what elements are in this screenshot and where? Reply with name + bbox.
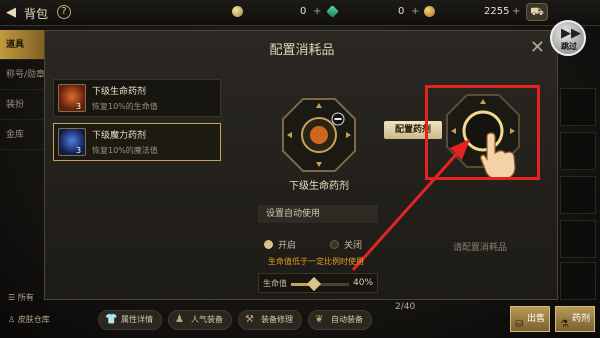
slider-knob[interactable] [307,276,322,292]
hp-threshold-slider[interactable]: 生命值 40% [258,273,378,293]
shirt-icon: 👕 [105,314,118,325]
wings-icon: ❦ [315,314,324,325]
radio-on[interactable] [264,240,273,249]
slider-track[interactable] [291,276,349,292]
hammer-icon: ⚒ [245,314,254,325]
game-screen: ◀ 背包 ? 0 + 0 + 2255 + ⛟ 道具 称号/勋章 装扮 金库 配… [0,0,600,338]
radio-on-label: 开启 [278,241,297,251]
filter-icon: ☰ [8,293,18,302]
filter-all[interactable]: ☰ 所有 [8,292,34,303]
slider-value: 40% [353,278,374,288]
radio-off-label: 关闭 [344,241,363,251]
slider-label: 生命值 [263,279,287,288]
attribute-details-button[interactable]: 👕 属性详情 [98,310,162,330]
popular-gear-button[interactable]: ♟ 人气装备 [168,310,232,330]
inventory-page-count: 2/40 [395,302,416,312]
skin-storage-icon: ♙ [8,315,18,324]
auto-use-header: 设置自动使用 [258,205,378,223]
person-icon: ♟ [175,314,184,325]
skin-storage[interactable]: ♙ 皮肤仓库 [8,314,50,325]
skip-label: 跳过 [561,42,577,51]
skip-button[interactable]: ▶▶ 跳过 [550,20,586,56]
auto-use-panel: 设置自动使用 开启 关闭 生命值低于一定比例时使用 生命值 40% [258,205,388,300]
potion-icon: ⚗ [560,319,569,330]
sell-icon: ⛁ [515,319,524,330]
auto-use-warning: 生命值低于一定比例时使用 [268,257,364,266]
radio-off[interactable] [330,240,339,249]
sell-button[interactable]: ⛁ 出售 [510,306,550,332]
potion-button[interactable]: ⚗ 药剂 [555,306,595,332]
auto-equip-button[interactable]: ❦ 自动装备 [308,310,372,330]
repair-gear-button[interactable]: ⚒ 装备修理 [238,310,302,330]
fast-forward-icon: ▶▶ [561,26,581,41]
